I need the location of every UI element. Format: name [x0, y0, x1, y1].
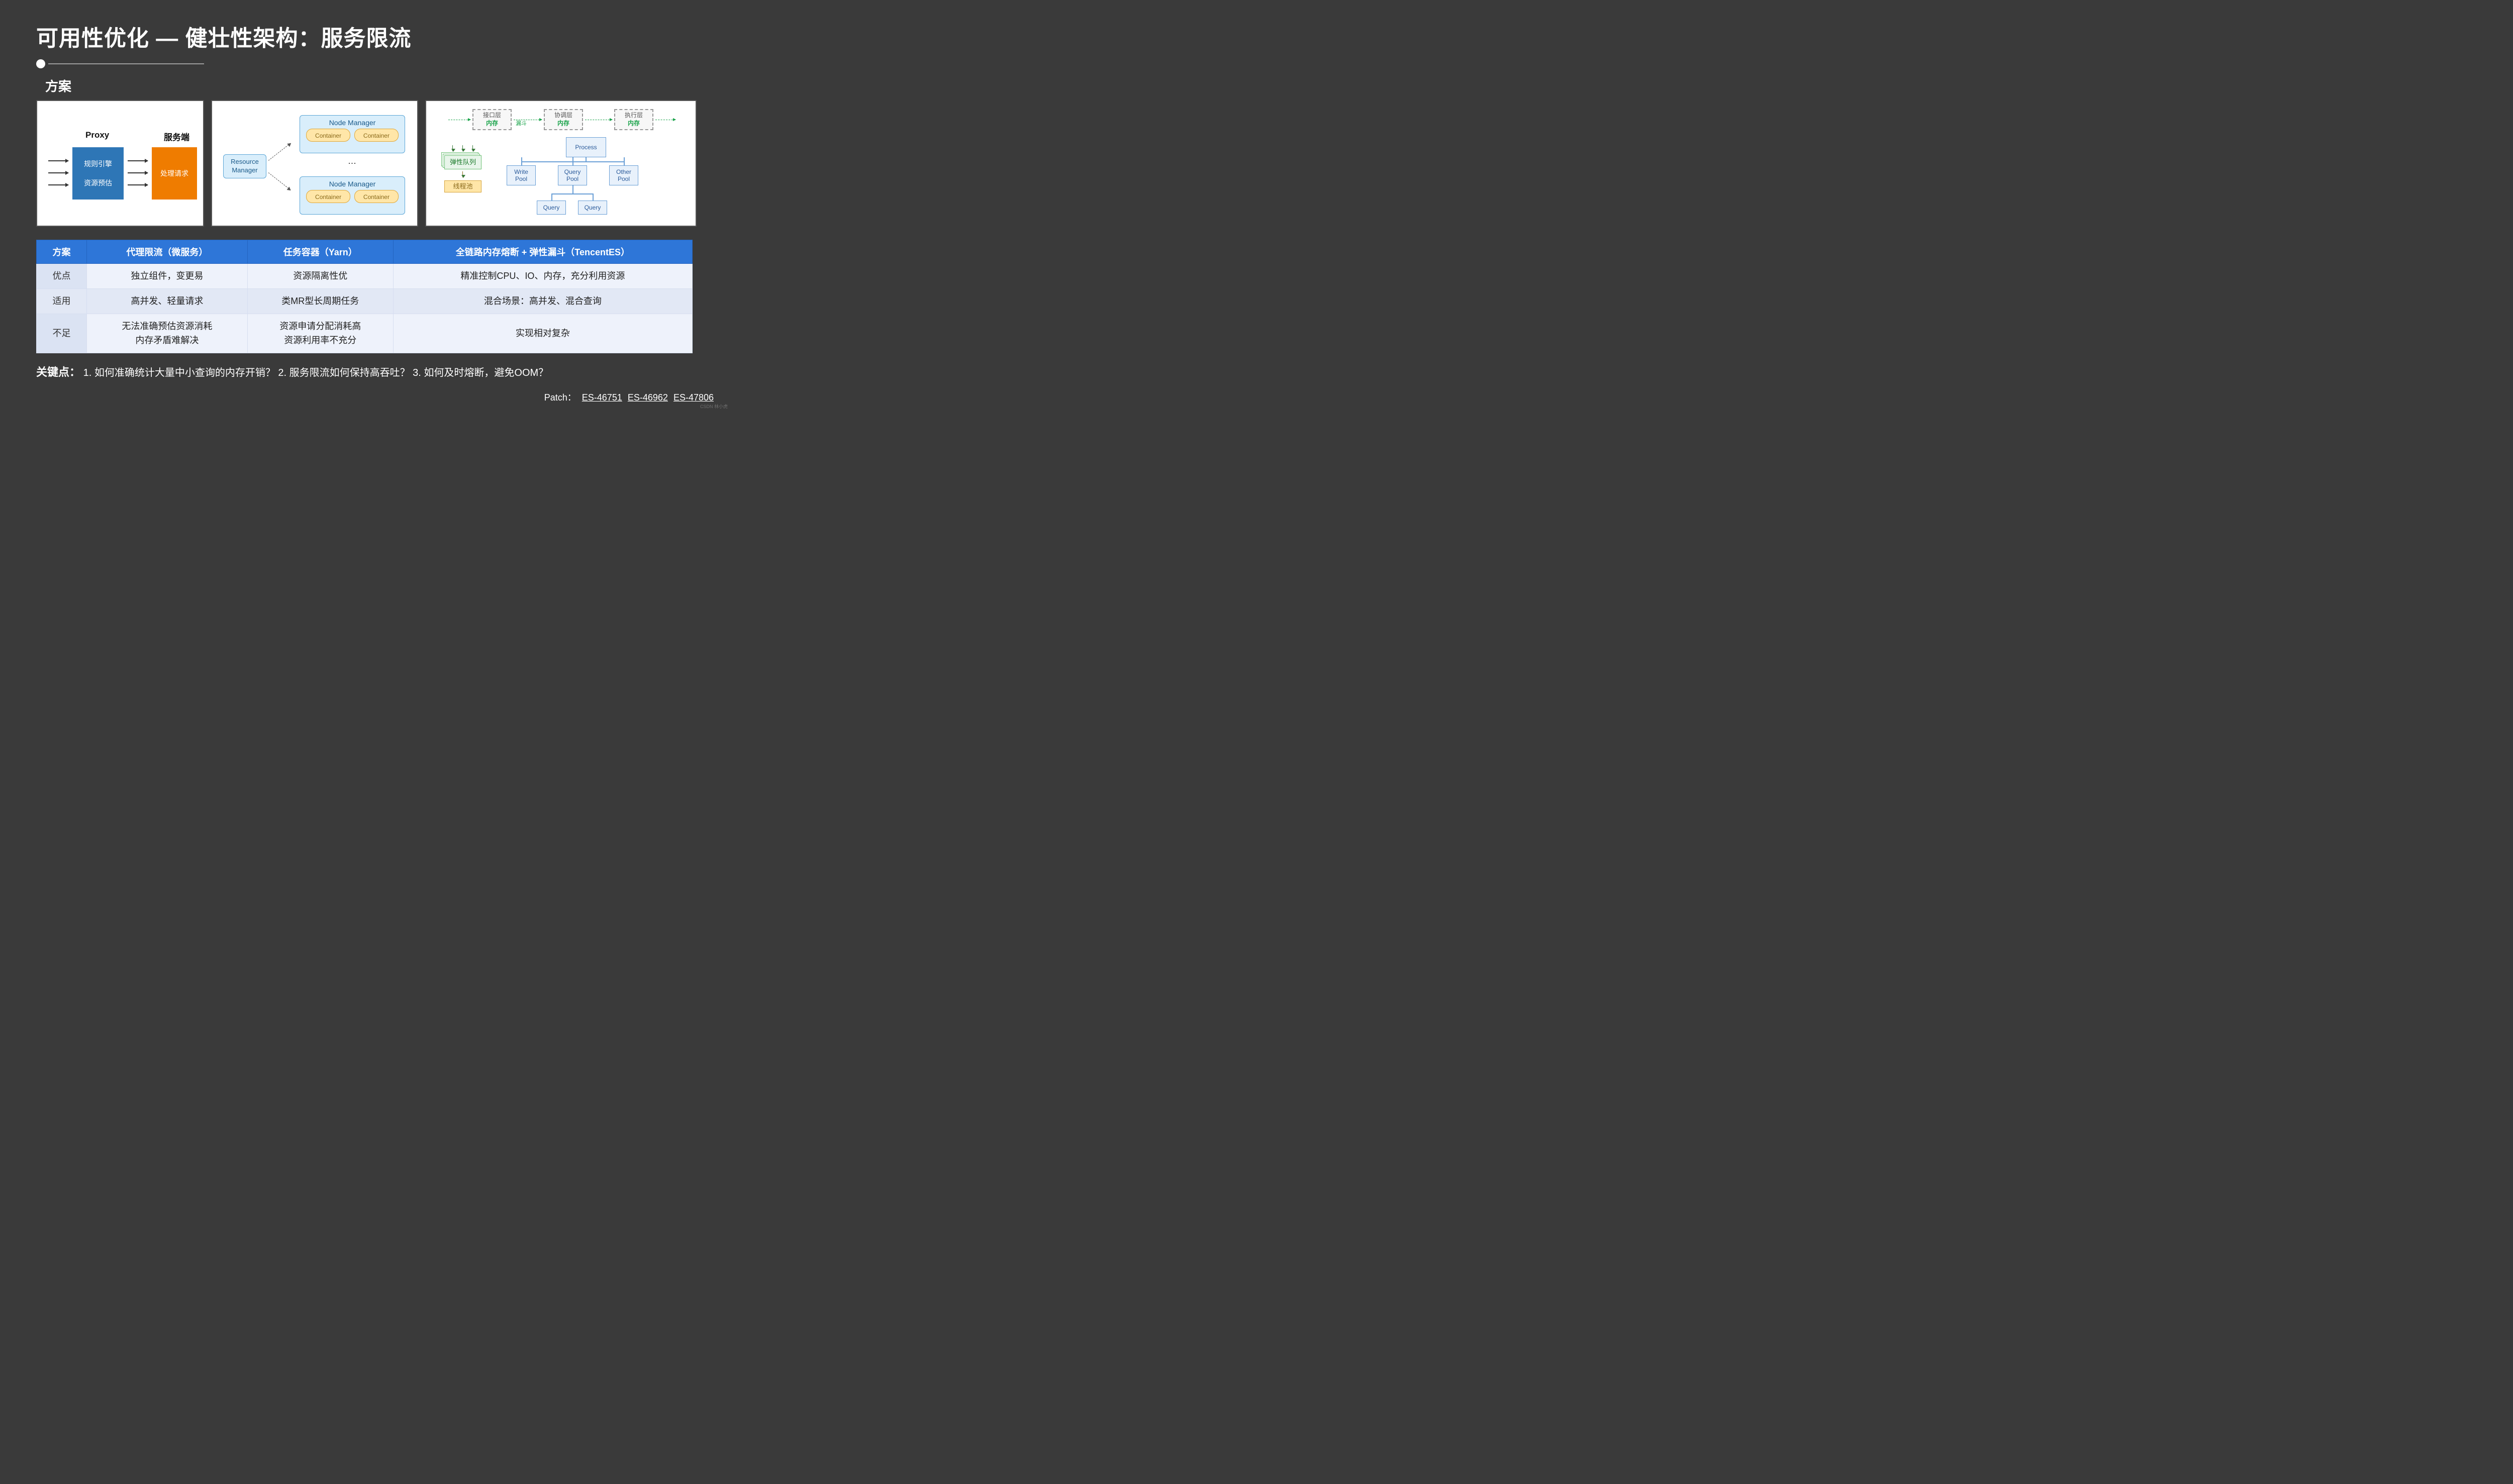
layer-box: 协调层 内存 — [544, 109, 583, 130]
write-pool-box: Write Pool — [507, 165, 536, 185]
patch-label: Patch： — [544, 392, 576, 403]
panel-proxy: Proxy 服务端 规则引擎 资源预估 处理请求 — [36, 100, 204, 227]
table-header: 方案 — [37, 240, 87, 264]
arrow-icon — [128, 172, 148, 173]
comparison-table: 方案 代理限流（微服务） 任务容器（Yarn） 全链路内存熔断 + 弹性漏斗（T… — [36, 240, 693, 353]
row-label: 不足 — [37, 314, 87, 353]
table-row: 适用 高并发、轻量请求 类MR型长周期任务 混合场景：高并发、混合查询 — [37, 288, 693, 314]
query-box: Query — [537, 201, 566, 215]
resource-manager-box: Resource Manager — [223, 154, 266, 178]
table-header: 全链路内存熔断 + 弹性漏斗（TencentES） — [393, 240, 692, 264]
arrow-icon — [48, 172, 68, 173]
container-pill: Container — [306, 129, 350, 142]
down-arrow-icon — [462, 171, 463, 177]
process-box: Process — [566, 137, 606, 157]
thread-pool-box: 线程池 — [444, 180, 481, 192]
watermark-text: CSDN 林小虎 — [700, 403, 728, 410]
row-label: 适用 — [37, 288, 87, 314]
proxy-label: Proxy — [85, 130, 109, 140]
down-arrow-icon — [472, 145, 473, 151]
server-label: 服务端 — [164, 130, 189, 143]
table-cell: 实现相对复杂 — [393, 314, 692, 353]
patch-link[interactable]: ES-46751 — [582, 392, 622, 403]
node-manager-box: Node Manager Container Container — [300, 176, 405, 215]
title-rule — [36, 59, 698, 68]
elastic-queue-box: 弹性队列 — [444, 155, 481, 169]
node-manager-label: Node Manager — [300, 119, 405, 127]
table-header: 代理限流（微服务） — [87, 240, 248, 264]
arrow-icon — [128, 184, 148, 185]
table-cell: 精准控制CPU、IO、内存，充分利用资源 — [393, 264, 692, 289]
keypoints-label: 关键点： — [36, 366, 80, 378]
line-icon — [551, 193, 552, 201]
mem-label: 内存 — [615, 120, 652, 128]
proxy-box: 规则引擎 资源预估 — [72, 147, 124, 200]
container-pill: Container — [354, 129, 399, 142]
bullet-dot — [36, 59, 45, 68]
table-cell: 类MR型长周期任务 — [247, 288, 393, 314]
funnel-label: 漏斗 — [516, 119, 527, 127]
panel-yarn: Resource Manager Node Manager Container … — [211, 100, 418, 227]
line-icon — [586, 157, 587, 162]
query-box: Query — [578, 201, 607, 215]
layer-box: 接口层 内存 — [472, 109, 512, 130]
container-pill: Container — [306, 190, 350, 203]
down-arrow-icon — [462, 145, 463, 151]
ellipsis-icon: ⋮ — [350, 159, 353, 168]
keypoints-text: 1. 如何准确统计大量中小查询的内存开销？ 2. 服务限流如何保持高吞吐？ 3.… — [83, 367, 549, 378]
mem-label: 内存 — [545, 120, 582, 128]
table-cell: 独立组件，变更易 — [87, 264, 248, 289]
layer-box: 执行层 内存 — [614, 109, 653, 130]
section-subtitle: 方案 — [45, 76, 698, 95]
resource-est-text: 资源预估 — [84, 178, 112, 188]
panel-tencent-es: 接口层 内存 漏斗 协调层 内存 执行层 内存 弹性队列 线程池 Pr — [425, 100, 697, 227]
node-manager-label: Node Manager — [300, 180, 405, 188]
table-cell: 混合场景：高并发、混合查询 — [393, 288, 692, 314]
container-pill: Container — [354, 190, 399, 203]
rule-line — [48, 63, 204, 64]
layer-title: 协调层 — [545, 112, 582, 120]
mem-label: 内存 — [473, 120, 511, 128]
patch-link[interactable]: ES-46962 — [628, 392, 668, 403]
down-arrow-icon — [452, 145, 453, 151]
patch-link[interactable]: ES-47806 — [673, 392, 714, 403]
arrow-icon — [128, 160, 148, 161]
table-header: 任务容器（Yarn） — [247, 240, 393, 264]
query-pool-box: Query Pool — [558, 165, 587, 185]
dashed-arrow-icon — [268, 143, 291, 161]
diagram-row: Proxy 服务端 规则引擎 资源预估 处理请求 Resource Manage… — [36, 100, 698, 227]
other-pool-box: Other Pool — [609, 165, 638, 185]
table-cell: 资源申请分配消耗高 资源利用率不充分 — [247, 314, 393, 353]
line-icon — [572, 185, 573, 194]
slide-title: 可用性优化 — 健壮性架构：服务限流 — [36, 20, 698, 52]
keypoints-row: 关键点： 1. 如何准确统计大量中小查询的内存开销？ 2. 服务限流如何保持高吞… — [36, 363, 698, 379]
dashed-arrow-icon — [268, 172, 291, 190]
handle-request-text: 处理请求 — [160, 168, 188, 178]
line-icon — [521, 161, 625, 162]
server-box: 处理请求 — [152, 147, 197, 200]
table-cell: 无法准确预估资源消耗 内存矛盾难解决 — [87, 314, 248, 353]
table-cell: 资源隔离性优 — [247, 264, 393, 289]
arrow-icon — [48, 160, 68, 161]
table-row: 优点 独立组件，变更易 资源隔离性优 精准控制CPU、IO、内存，充分利用资源 — [37, 264, 693, 289]
row-label: 优点 — [37, 264, 87, 289]
arrow-icon — [48, 184, 68, 185]
node-manager-box: Node Manager Container Container — [300, 115, 405, 153]
line-icon — [593, 193, 594, 201]
patch-links-row: Patch： ES-46751 ES-46962 ES-47806 — [544, 390, 714, 404]
table-cell: 高并发、轻量请求 — [87, 288, 248, 314]
table-row: 不足 无法准确预估资源消耗 内存矛盾难解决 资源申请分配消耗高 资源利用率不充分… — [37, 314, 693, 353]
rule-engine-text: 规则引擎 — [84, 159, 112, 169]
layer-title: 接口层 — [473, 112, 511, 120]
layer-title: 执行层 — [615, 112, 652, 120]
